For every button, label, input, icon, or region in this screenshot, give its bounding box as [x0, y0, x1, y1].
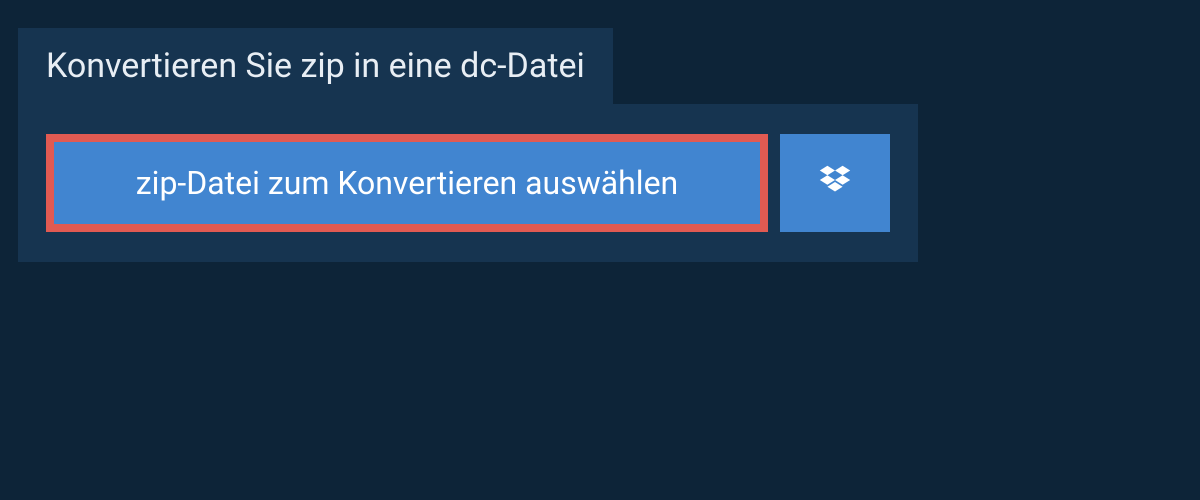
dropbox-icon — [816, 162, 854, 204]
select-file-button[interactable]: zip-Datei zum Konvertieren auswählen — [46, 134, 768, 232]
header-tab: Konvertieren Sie zip in eine dc-Datei — [18, 28, 613, 104]
upload-panel: zip-Datei zum Konvertieren auswählen — [18, 104, 918, 262]
select-file-label: zip-Datei zum Konvertieren auswählen — [136, 164, 678, 202]
button-row: zip-Datei zum Konvertieren auswählen — [46, 134, 890, 232]
page-title: Konvertieren Sie zip in eine dc-Datei — [46, 46, 585, 86]
dropbox-button[interactable] — [780, 134, 890, 232]
